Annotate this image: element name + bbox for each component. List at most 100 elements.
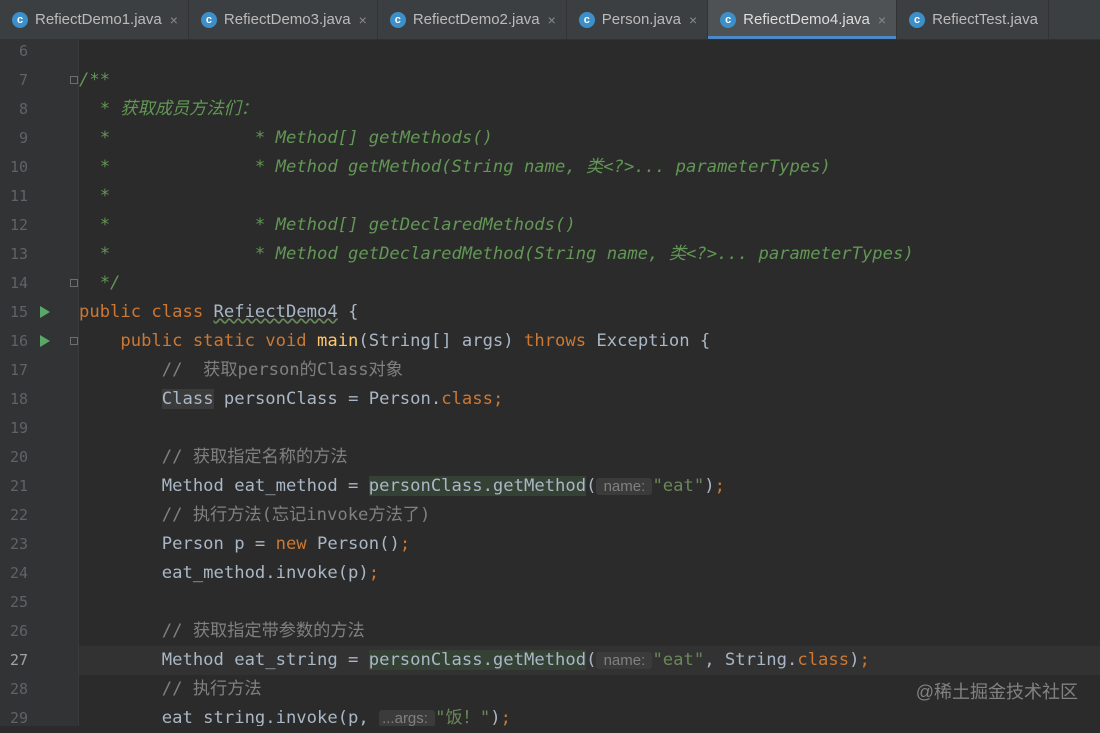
gutter-line: 29	[0, 704, 78, 733]
code-line[interactable]: // 获取指定带参数的方法	[79, 617, 1100, 646]
code-line[interactable]: Method eat_method = personClass.getMetho…	[79, 472, 1100, 501]
code-token: // 获取指定带参数的方法	[79, 621, 365, 641]
code-token: Person p =	[79, 534, 276, 554]
gutter-line: 6	[0, 37, 78, 66]
tab-refiecttest[interactable]: c RefiectTest.java	[897, 0, 1049, 39]
code-token: )	[490, 708, 501, 726]
tab-label: Person.java	[601, 11, 681, 28]
gutter-line: 7	[0, 66, 78, 95]
code-line[interactable]: // 获取指定名称的方法	[79, 443, 1100, 472]
line-number: 16	[9, 332, 28, 350]
code-token: */	[79, 273, 121, 293]
code-line[interactable]: * * Method getMethod(String name, 类<?>..…	[79, 153, 1100, 182]
code-token: ;	[399, 534, 411, 554]
line-number: 6	[18, 42, 28, 60]
code-line[interactable]: * * Method[] getMethods()	[79, 124, 1100, 153]
code-line[interactable]: * 获取成员方法们：	[79, 95, 1100, 124]
code-line[interactable]: Method eat_string = personClass.getMetho…	[79, 646, 1100, 675]
code-token: Exception {	[596, 331, 711, 351]
gutter-line: 28	[0, 675, 78, 704]
code-line[interactable]	[79, 588, 1100, 617]
gutter-line: 13	[0, 240, 78, 269]
code-line[interactable]	[79, 414, 1100, 443]
tab-refiectdemo1[interactable]: c RefiectDemo1.java ×	[0, 0, 189, 39]
editor-tab-bar: c RefiectDemo1.java × c RefiectDemo3.java × c R…	[0, 0, 1100, 40]
tab-refiectdemo2[interactable]: c RefiectDemo2.java ×	[378, 0, 567, 39]
gutter-line: 27	[0, 646, 78, 675]
code-editor[interactable]: /** * 获取成员方法们： * * Method[] getMethods()…	[79, 39, 1100, 726]
line-number: 29	[9, 709, 28, 727]
gutter-line: 24	[0, 559, 78, 588]
line-number: 12	[9, 216, 28, 234]
code-token: eat_string.invoke(p,	[79, 708, 380, 726]
gutter-line: 14	[0, 269, 78, 298]
code-token: (	[586, 650, 597, 670]
tab-refiectdemo3[interactable]: c RefiectDemo3.java ×	[189, 0, 378, 39]
class-icon: c	[909, 11, 926, 28]
line-number: 21	[9, 477, 28, 495]
code-line[interactable]: Class personClass = Person.class;	[79, 385, 1100, 414]
code-line[interactable]: // 获取person的Class对象	[79, 356, 1100, 385]
code-line[interactable]: * * Method[] getDeclaredMethods()	[79, 211, 1100, 240]
code-token: // 执行方法(忘记invoke方法了)	[79, 505, 431, 525]
class-icon: c	[12, 11, 28, 28]
line-number: 11	[9, 187, 28, 205]
code-token: public static void	[79, 331, 317, 351]
code-token: 类	[668, 244, 687, 264]
close-icon[interactable]: ×	[359, 12, 367, 28]
code-token: * * Method getMethod(String name,	[79, 157, 587, 177]
tab-label: RefiectDemo3.java	[223, 11, 351, 28]
code-line[interactable]: *	[79, 182, 1100, 211]
run-icon[interactable]	[40, 306, 50, 318]
fold-icon[interactable]	[70, 279, 78, 287]
code-token: ;	[500, 708, 511, 726]
line-number: 17	[9, 361, 28, 379]
code-line[interactable]: eat_method.invoke(p);	[79, 559, 1100, 588]
line-number: 24	[9, 564, 28, 582]
code-line[interactable]: Person p = new Person();	[79, 530, 1100, 559]
code-token: "eat"	[652, 476, 705, 496]
code-line[interactable]: public static void main(String[] args) t…	[79, 327, 1100, 356]
fold-icon[interactable]	[70, 76, 78, 84]
fold-icon[interactable]	[70, 337, 78, 345]
close-icon[interactable]: ×	[878, 12, 886, 28]
tab-person[interactable]: c Person.java ×	[567, 0, 709, 39]
gutter-line: 22	[0, 501, 78, 530]
code-token: *	[79, 186, 111, 206]
close-icon[interactable]: ×	[170, 12, 178, 28]
close-icon[interactable]: ×	[548, 12, 556, 28]
code-line[interactable]: * * Method getDeclaredMethod(String name…	[79, 240, 1100, 269]
line-number: 10	[9, 158, 28, 176]
code-token: Method eat_string =	[79, 650, 369, 670]
gutter-line: 8	[0, 95, 78, 124]
code-token: throws	[523, 331, 597, 351]
code-line[interactable]: eat_string.invoke(p, ...args: "饭！");	[79, 704, 1100, 726]
close-icon[interactable]: ×	[689, 12, 697, 28]
code-line[interactable]: /**	[79, 66, 1100, 95]
code-token: 类	[586, 157, 604, 177]
code-line[interactable]: */	[79, 269, 1100, 298]
line-number: 25	[9, 593, 28, 611]
parameter-hint: ...args:	[379, 710, 436, 726]
code-token: Person()	[317, 534, 400, 554]
code-token: <?>... parameterTypes)	[686, 244, 914, 264]
class-icon: c	[389, 11, 406, 28]
code-token: RefiectDemo4	[213, 302, 338, 322]
code-token: main	[317, 331, 359, 351]
code-token: "eat"	[652, 650, 705, 670]
code-line[interactable]	[79, 39, 1100, 66]
gutter-line: 16	[0, 327, 78, 356]
line-number: 7	[18, 71, 28, 89]
code-token: Method eat_method =	[79, 476, 369, 496]
gutter-line: 10	[0, 153, 78, 182]
tab-refiectdemo4[interactable]: c RefiectDemo4.java ×	[708, 0, 898, 39]
parameter-hint: name:	[596, 652, 653, 669]
code-token: // 执行方法	[79, 679, 262, 699]
run-icon[interactable]	[40, 335, 50, 347]
tab-label: RefiectDemo1.java	[35, 11, 162, 28]
code-line[interactable]: public class RefiectDemo4 {	[79, 298, 1100, 327]
line-number: 20	[9, 448, 28, 466]
code-line[interactable]: // 执行方法(忘记invoke方法了)	[79, 501, 1100, 530]
code-token: class	[441, 389, 493, 409]
